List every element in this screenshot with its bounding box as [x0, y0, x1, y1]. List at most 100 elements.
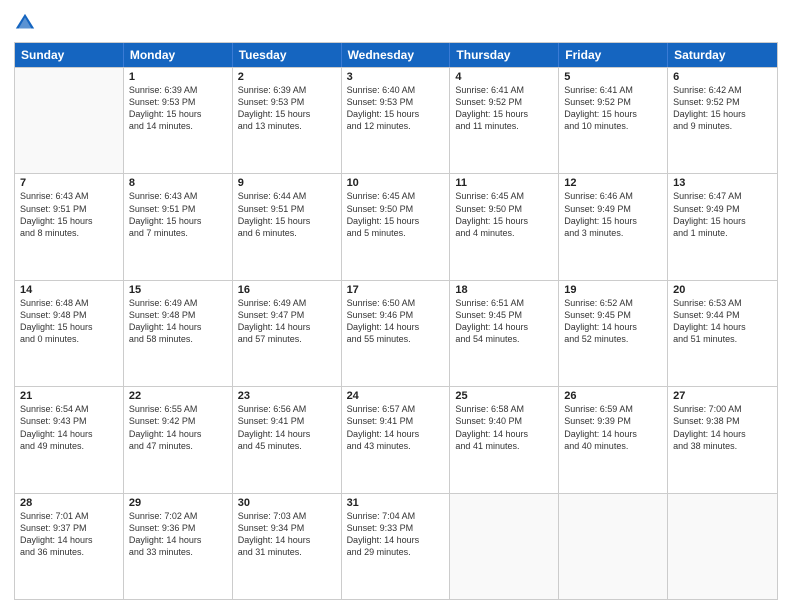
- cell-day-number: 29: [129, 497, 227, 509]
- calendar-cell: 3Sunrise: 6:40 AMSunset: 9:53 PMDaylight…: [342, 68, 451, 173]
- cell-info-line: and 49 minutes.: [20, 440, 118, 452]
- cell-info-line: Sunset: 9:39 PM: [564, 415, 662, 427]
- cell-info-line: Daylight: 14 hours: [673, 321, 772, 333]
- calendar-cell: 15Sunrise: 6:49 AMSunset: 9:48 PMDayligh…: [124, 281, 233, 386]
- cell-info-line: and 8 minutes.: [20, 227, 118, 239]
- cell-info-line: Sunrise: 6:58 AM: [455, 403, 553, 415]
- calendar-cell: [559, 494, 668, 599]
- cell-day-number: 21: [20, 390, 118, 402]
- cell-info-line: Daylight: 14 hours: [455, 428, 553, 440]
- cell-day-number: 15: [129, 284, 227, 296]
- calendar-header-cell: Wednesday: [342, 43, 451, 67]
- cell-info-line: Sunset: 9:51 PM: [238, 203, 336, 215]
- cell-info-line: Sunset: 9:36 PM: [129, 522, 227, 534]
- cell-info-line: Sunrise: 6:50 AM: [347, 297, 445, 309]
- cell-info-line: and 54 minutes.: [455, 333, 553, 345]
- cell-info-line: and 55 minutes.: [347, 333, 445, 345]
- calendar-row: 28Sunrise: 7:01 AMSunset: 9:37 PMDayligh…: [15, 493, 777, 599]
- cell-info-line: Daylight: 14 hours: [347, 321, 445, 333]
- calendar-cell: 12Sunrise: 6:46 AMSunset: 9:49 PMDayligh…: [559, 174, 668, 279]
- cell-info-line: Daylight: 15 hours: [129, 215, 227, 227]
- calendar-cell: 2Sunrise: 6:39 AMSunset: 9:53 PMDaylight…: [233, 68, 342, 173]
- cell-day-number: 19: [564, 284, 662, 296]
- page: SundayMondayTuesdayWednesdayThursdayFrid…: [0, 0, 792, 612]
- cell-info-line: and 57 minutes.: [238, 333, 336, 345]
- cell-info-line: Daylight: 14 hours: [20, 534, 118, 546]
- cell-info-line: Daylight: 14 hours: [20, 428, 118, 440]
- calendar-cell: 19Sunrise: 6:52 AMSunset: 9:45 PMDayligh…: [559, 281, 668, 386]
- cell-info-line: Daylight: 14 hours: [129, 428, 227, 440]
- cell-info-line: Daylight: 15 hours: [673, 215, 772, 227]
- cell-info-line: and 14 minutes.: [129, 120, 227, 132]
- cell-day-number: 4: [455, 71, 553, 83]
- cell-info-line: and 3 minutes.: [564, 227, 662, 239]
- calendar-row: 14Sunrise: 6:48 AMSunset: 9:48 PMDayligh…: [15, 280, 777, 386]
- calendar-cell: 21Sunrise: 6:54 AMSunset: 9:43 PMDayligh…: [15, 387, 124, 492]
- cell-info-line: Daylight: 15 hours: [347, 215, 445, 227]
- cell-info-line: Sunrise: 6:41 AM: [564, 84, 662, 96]
- cell-info-line: Sunrise: 6:55 AM: [129, 403, 227, 415]
- cell-day-number: 18: [455, 284, 553, 296]
- calendar-cell: 23Sunrise: 6:56 AMSunset: 9:41 PMDayligh…: [233, 387, 342, 492]
- cell-day-number: 31: [347, 497, 445, 509]
- cell-info-line: Daylight: 15 hours: [455, 215, 553, 227]
- cell-info-line: and 36 minutes.: [20, 546, 118, 558]
- cell-info-line: and 47 minutes.: [129, 440, 227, 452]
- cell-info-line: Sunrise: 6:59 AM: [564, 403, 662, 415]
- calendar-header-cell: Friday: [559, 43, 668, 67]
- cell-info-line: Sunset: 9:53 PM: [238, 96, 336, 108]
- cell-day-number: 24: [347, 390, 445, 402]
- cell-day-number: 2: [238, 71, 336, 83]
- cell-info-line: Daylight: 14 hours: [564, 428, 662, 440]
- cell-info-line: and 33 minutes.: [129, 546, 227, 558]
- cell-day-number: 25: [455, 390, 553, 402]
- cell-day-number: 28: [20, 497, 118, 509]
- cell-info-line: and 38 minutes.: [673, 440, 772, 452]
- cell-info-line: Sunset: 9:40 PM: [455, 415, 553, 427]
- cell-info-line: and 40 minutes.: [564, 440, 662, 452]
- cell-info-line: Sunrise: 6:45 AM: [347, 190, 445, 202]
- calendar-cell: 28Sunrise: 7:01 AMSunset: 9:37 PMDayligh…: [15, 494, 124, 599]
- cell-info-line: and 1 minute.: [673, 227, 772, 239]
- cell-day-number: 8: [129, 177, 227, 189]
- cell-info-line: Daylight: 15 hours: [20, 215, 118, 227]
- cell-day-number: 17: [347, 284, 445, 296]
- cell-info-line: Sunrise: 6:43 AM: [20, 190, 118, 202]
- calendar-cell: 5Sunrise: 6:41 AMSunset: 9:52 PMDaylight…: [559, 68, 668, 173]
- cell-day-number: 5: [564, 71, 662, 83]
- cell-info-line: Sunrise: 6:54 AM: [20, 403, 118, 415]
- cell-info-line: Sunrise: 6:49 AM: [129, 297, 227, 309]
- cell-info-line: Sunrise: 6:39 AM: [129, 84, 227, 96]
- cell-info-line: Daylight: 14 hours: [564, 321, 662, 333]
- cell-info-line: Sunset: 9:34 PM: [238, 522, 336, 534]
- cell-info-line: Daylight: 15 hours: [347, 108, 445, 120]
- cell-day-number: 30: [238, 497, 336, 509]
- calendar-cell: 6Sunrise: 6:42 AMSunset: 9:52 PMDaylight…: [668, 68, 777, 173]
- cell-info-line: Sunset: 9:33 PM: [347, 522, 445, 534]
- cell-info-line: Sunset: 9:50 PM: [347, 203, 445, 215]
- cell-info-line: Daylight: 15 hours: [564, 215, 662, 227]
- cell-info-line: Daylight: 15 hours: [129, 108, 227, 120]
- cell-info-line: Daylight: 15 hours: [238, 215, 336, 227]
- calendar-cell: [668, 494, 777, 599]
- calendar-cell: 1Sunrise: 6:39 AMSunset: 9:53 PMDaylight…: [124, 68, 233, 173]
- cell-info-line: Daylight: 15 hours: [20, 321, 118, 333]
- cell-info-line: Sunrise: 6:39 AM: [238, 84, 336, 96]
- cell-info-line: Sunset: 9:38 PM: [673, 415, 772, 427]
- cell-info-line: Sunrise: 6:46 AM: [564, 190, 662, 202]
- cell-info-line: Sunrise: 7:04 AM: [347, 510, 445, 522]
- cell-day-number: 27: [673, 390, 772, 402]
- cell-info-line: Sunrise: 6:53 AM: [673, 297, 772, 309]
- calendar-header-cell: Saturday: [668, 43, 777, 67]
- cell-info-line: Sunset: 9:44 PM: [673, 309, 772, 321]
- cell-day-number: 23: [238, 390, 336, 402]
- cell-info-line: and 51 minutes.: [673, 333, 772, 345]
- cell-info-line: Sunrise: 6:47 AM: [673, 190, 772, 202]
- cell-info-line: and 9 minutes.: [673, 120, 772, 132]
- cell-day-number: 26: [564, 390, 662, 402]
- calendar-header-cell: Monday: [124, 43, 233, 67]
- cell-info-line: and 29 minutes.: [347, 546, 445, 558]
- cell-info-line: Sunrise: 6:49 AM: [238, 297, 336, 309]
- logo: [14, 12, 40, 34]
- cell-info-line: Sunset: 9:52 PM: [455, 96, 553, 108]
